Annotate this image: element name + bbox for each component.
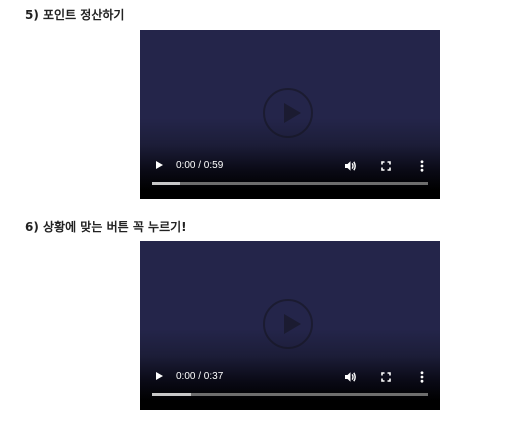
play-icon (156, 161, 163, 169)
more-vertical-icon (420, 160, 424, 172)
play-button[interactable] (148, 154, 172, 178)
video-player[interactable]: 0:00 / 0:37 (140, 241, 440, 410)
more-vertical-icon (420, 371, 424, 383)
video-player[interactable]: 0:00 / 0:59 (140, 30, 440, 199)
fullscreen-icon (381, 161, 391, 171)
fullscreen-icon (381, 372, 391, 382)
play-circle-icon[interactable] (263, 88, 313, 138)
volume-icon (345, 372, 356, 382)
play-icon (156, 372, 163, 380)
play-button[interactable] (148, 365, 172, 389)
progress-buffer (152, 393, 191, 396)
section-title: 6) 상황에 맞는 버튼 꼭 누르기! (25, 220, 187, 234)
progress-bar[interactable] (152, 182, 428, 185)
more-options-button[interactable] (410, 365, 434, 389)
video-controls: 0:00 / 0:37 (140, 359, 440, 410)
time-display: 0:00 / 0:59 (176, 160, 224, 171)
video-controls: 0:00 / 0:59 (140, 148, 440, 199)
mute-button[interactable] (338, 365, 362, 389)
fullscreen-button[interactable] (374, 154, 398, 178)
progress-bar[interactable] (152, 393, 428, 396)
more-options-button[interactable] (410, 154, 434, 178)
volume-icon (345, 161, 356, 171)
play-circle-icon[interactable] (263, 299, 313, 349)
progress-buffer (152, 182, 180, 185)
fullscreen-button[interactable] (374, 365, 398, 389)
section-title: 5) 포인트 정산하기 (25, 8, 125, 22)
mute-button[interactable] (338, 154, 362, 178)
time-display: 0:00 / 0:37 (176, 371, 224, 382)
